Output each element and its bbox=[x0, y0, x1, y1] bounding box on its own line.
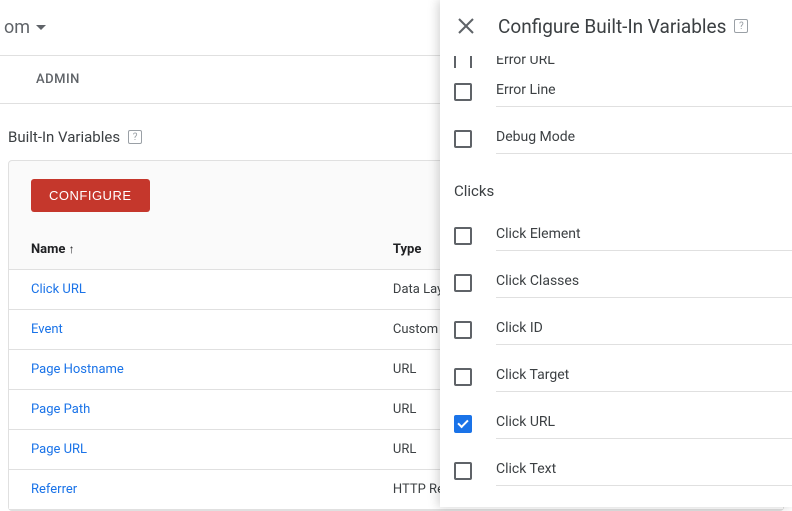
help-icon[interactable]: ? bbox=[734, 19, 748, 33]
checkbox-row[interactable]: Click Element bbox=[454, 212, 792, 259]
checkbox-label: Error URL bbox=[496, 56, 792, 68]
checkbox-row[interactable]: Click Classes bbox=[454, 259, 792, 306]
var-name[interactable]: Page Hostname bbox=[9, 350, 371, 390]
checkbox-row[interactable]: Click URL bbox=[454, 400, 792, 447]
checkbox-row[interactable]: Click Text bbox=[454, 447, 792, 494]
chevron-down-icon bbox=[36, 25, 46, 30]
checkbox-label: Click ID bbox=[496, 314, 792, 345]
group-label-forms: Forms bbox=[454, 494, 792, 507]
var-name[interactable]: Referrer bbox=[9, 470, 371, 510]
checkbox-row[interactable]: Click Target bbox=[454, 353, 792, 400]
checkbox-label: Debug Mode bbox=[496, 123, 792, 154]
checkbox-label: Click Classes bbox=[496, 267, 792, 298]
checkbox-label: Click Target bbox=[496, 361, 792, 392]
breadcrumb-current[interactable]: om bbox=[4, 17, 46, 38]
col-name-header-label: Name bbox=[31, 242, 65, 257]
close-icon[interactable] bbox=[454, 14, 478, 38]
checkbox[interactable] bbox=[454, 321, 472, 339]
checkbox-label: Click Text bbox=[496, 455, 792, 486]
checkbox-row[interactable]: Click ID bbox=[454, 306, 792, 353]
configure-panel: Configure Built-In Variables ? Error URL… bbox=[440, 0, 792, 507]
configure-button[interactable]: CONFIGURE bbox=[31, 179, 150, 212]
checkbox-label: Click URL bbox=[496, 408, 792, 439]
help-icon[interactable]: ? bbox=[128, 130, 142, 144]
checkbox-row[interactable]: Error Line bbox=[454, 68, 792, 115]
group-label-clicks: Clicks bbox=[454, 162, 792, 212]
tab-admin[interactable]: ADMIN bbox=[24, 72, 92, 87]
col-name-header[interactable]: Name ↑ bbox=[9, 230, 371, 270]
checkbox[interactable] bbox=[454, 83, 472, 101]
var-name[interactable]: Page URL bbox=[9, 430, 371, 470]
checkbox[interactable] bbox=[454, 227, 472, 245]
panel-body: Error URL Error Line Debug Mode Clicks C… bbox=[440, 56, 792, 507]
var-name[interactable]: Click URL bbox=[9, 270, 371, 310]
checkbox[interactable] bbox=[454, 274, 472, 292]
section-title: Built-In Variables bbox=[8, 128, 120, 146]
checkbox-row[interactable]: Error URL bbox=[454, 56, 792, 68]
checkbox[interactable] bbox=[454, 130, 472, 148]
breadcrumb-current-label: om bbox=[4, 17, 30, 38]
checkbox-label: Click Element bbox=[496, 220, 792, 251]
sort-asc-icon: ↑ bbox=[69, 242, 75, 256]
col-type-header-label: Type bbox=[393, 242, 421, 257]
panel-title: Configure Built-In Variables bbox=[498, 15, 726, 38]
var-name[interactable]: Event bbox=[9, 310, 371, 350]
checkbox[interactable] bbox=[454, 368, 472, 386]
checkbox[interactable] bbox=[454, 56, 472, 68]
checkbox[interactable] bbox=[454, 415, 472, 433]
var-name[interactable]: Page Path bbox=[9, 390, 371, 430]
checkbox-label: Error Line bbox=[496, 76, 792, 107]
checkbox-row[interactable]: Debug Mode bbox=[454, 115, 792, 162]
checkbox[interactable] bbox=[454, 462, 472, 480]
